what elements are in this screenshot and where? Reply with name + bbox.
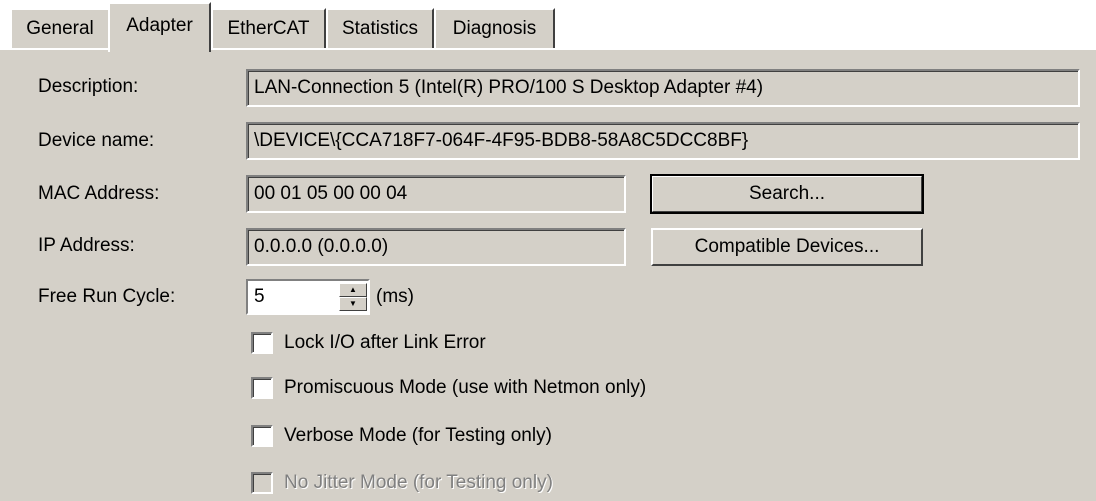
tab-diagnosis[interactable]: Diagnosis [434, 8, 555, 48]
tab-statistics[interactable]: Statistics [326, 8, 434, 48]
promiscuous-mode-checkbox-row[interactable]: Promiscuous Mode (use with Netmon only) [251, 377, 646, 399]
tab-adapter[interactable]: Adapter [108, 2, 211, 52]
free-run-cycle-value: 5 [254, 286, 265, 307]
tab-label: Adapter [126, 15, 193, 36]
lock-io-label: Lock I/O after Link Error [284, 332, 486, 353]
search-button[interactable]: Search... [650, 174, 924, 214]
verbose-mode-checkbox-row[interactable]: Verbose Mode (for Testing only) [251, 425, 552, 447]
no-jitter-mode-checkbox [251, 472, 273, 494]
description-field: LAN-Connection 5 (Intel(R) PRO/100 S Des… [246, 69, 1080, 107]
verbose-mode-label: Verbose Mode (for Testing only) [284, 425, 552, 446]
tab-label: General [26, 18, 94, 39]
tab-label: Statistics [341, 18, 419, 39]
compatible-devices-button[interactable]: Compatible Devices... [651, 228, 923, 266]
description-label: Description: [38, 76, 139, 97]
tab-general[interactable]: General [10, 8, 110, 48]
free-run-cycle-unit: (ms) [376, 286, 414, 307]
spin-down-icon[interactable]: ▼ [339, 297, 367, 311]
free-run-cycle-spinner[interactable]: ▲ ▼ [339, 283, 367, 311]
tab-bar: General Adapter EtherCAT Statistics Diag… [0, 0, 1096, 52]
ip-address-label: IP Address: [38, 235, 135, 256]
no-jitter-mode-checkbox-row: No Jitter Mode (for Testing only) [251, 472, 553, 494]
tab-ethercat[interactable]: EtherCAT [211, 8, 326, 48]
no-jitter-mode-label: No Jitter Mode (for Testing only) [284, 472, 553, 493]
promiscuous-mode-checkbox[interactable] [251, 377, 273, 399]
tab-label: Diagnosis [452, 18, 537, 39]
tab-label: EtherCAT [227, 18, 310, 39]
spin-up-icon[interactable]: ▲ [339, 283, 367, 297]
mac-address-label: MAC Address: [38, 183, 160, 204]
ip-address-field: 0.0.0.0 (0.0.0.0) [246, 228, 626, 266]
promiscuous-mode-label: Promiscuous Mode (use with Netmon only) [284, 377, 647, 398]
device-name-field: \DEVICE\{CCA718F7-064F-4F95-BDB8-58A8C5D… [246, 122, 1080, 160]
mac-address-field: 00 01 05 00 00 04 [246, 175, 626, 213]
free-run-cycle-label: Free Run Cycle: [38, 286, 176, 307]
lock-io-checkbox-row[interactable]: Lock I/O after Link Error [251, 332, 486, 354]
lock-io-checkbox[interactable] [251, 332, 273, 354]
device-name-label: Device name: [38, 130, 155, 151]
verbose-mode-checkbox[interactable] [251, 425, 273, 447]
